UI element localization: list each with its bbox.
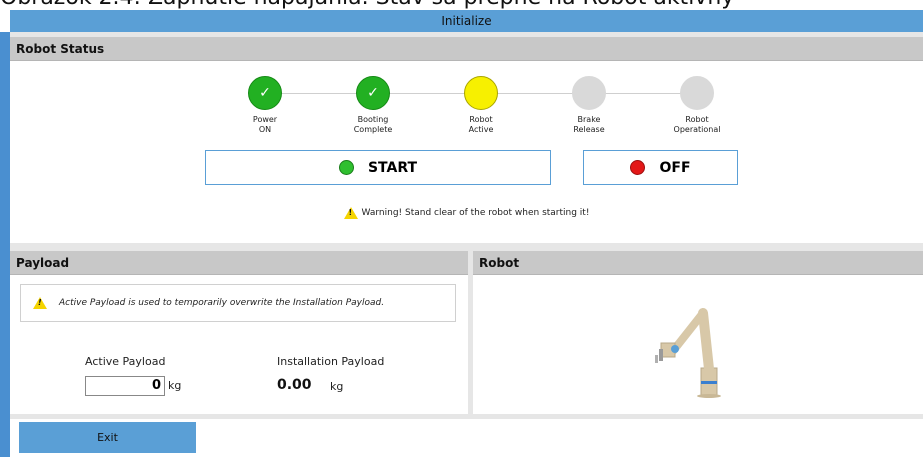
start-button[interactable]: START (205, 150, 551, 185)
payload-header: Payload (10, 251, 468, 275)
off-button[interactable]: OFF (583, 150, 738, 185)
exit-button-label: Exit (97, 431, 118, 444)
red-dot-icon (630, 160, 646, 175)
status-steps: ✓ Power ON ✓ Booting Complete Robot Acti… (220, 65, 720, 145)
installation-payload-value: 0.00 (277, 377, 312, 393)
status-circle-pending (680, 76, 714, 110)
warning-triangle-icon: ! (343, 207, 358, 219)
window-title: Initialize (10, 10, 923, 32)
robot-panel: Robot (473, 251, 923, 414)
step-label: Robot Active (468, 115, 494, 134)
robot-status-header: Robot Status (10, 37, 923, 61)
installation-payload-unit: kg (330, 380, 344, 393)
step-label: Robot Operational (673, 115, 721, 134)
check-icon: ✓ (356, 76, 390, 110)
status-circle-pending (572, 76, 606, 110)
step-brake-release: Brake Release (549, 76, 629, 135)
start-warning: ! Warning! Stand clear of the robot when… (10, 207, 923, 219)
exit-button[interactable]: Exit (19, 422, 196, 453)
document-caption: Obrázok 2.4: Zapnutie napájania. Stav sa… (0, 0, 923, 9)
step-power-on: ✓ Power ON (225, 76, 305, 135)
warning-triangle-icon: ! (33, 297, 47, 309)
robot-arm-illustration (655, 308, 721, 398)
payload-info-box: ! Active Payload is used to temporarily … (20, 284, 456, 322)
installation-payload-label: Installation Payload (277, 355, 385, 368)
active-payload-unit: kg (168, 379, 182, 392)
robot-status-panel: Robot Status ✓ Power ON ✓ Booting Comple… (10, 37, 923, 243)
main-area: Robot Status ✓ Power ON ✓ Booting Comple… (10, 32, 923, 457)
start-button-label: START (367, 159, 418, 176)
step-label: Booting Complete (353, 115, 393, 134)
green-dot-icon (338, 160, 354, 175)
start-warning-text: Warning! Stand clear of the robot when s… (361, 208, 590, 218)
active-payload-label: Active Payload (85, 355, 166, 368)
check-icon: ✓ (248, 76, 282, 110)
step-robot-active: Robot Active (441, 76, 521, 135)
step-label: Power ON (252, 115, 278, 134)
payload-info-text: Active Payload is used to temporarily ov… (59, 298, 385, 308)
active-payload-input[interactable]: 0 (85, 376, 165, 396)
payload-panel: Payload ! Active Payload is used to temp… (10, 251, 468, 414)
off-button-label: OFF (659, 159, 691, 176)
robot-header: Robot (473, 251, 923, 275)
bottom-bar: Exit (10, 419, 923, 457)
step-robot-operational: Robot Operational (657, 76, 737, 135)
left-accent-strip (0, 32, 10, 457)
status-circle-active (464, 76, 498, 110)
step-booting-complete: ✓ Booting Complete (333, 76, 413, 135)
step-label: Brake Release (573, 115, 605, 134)
